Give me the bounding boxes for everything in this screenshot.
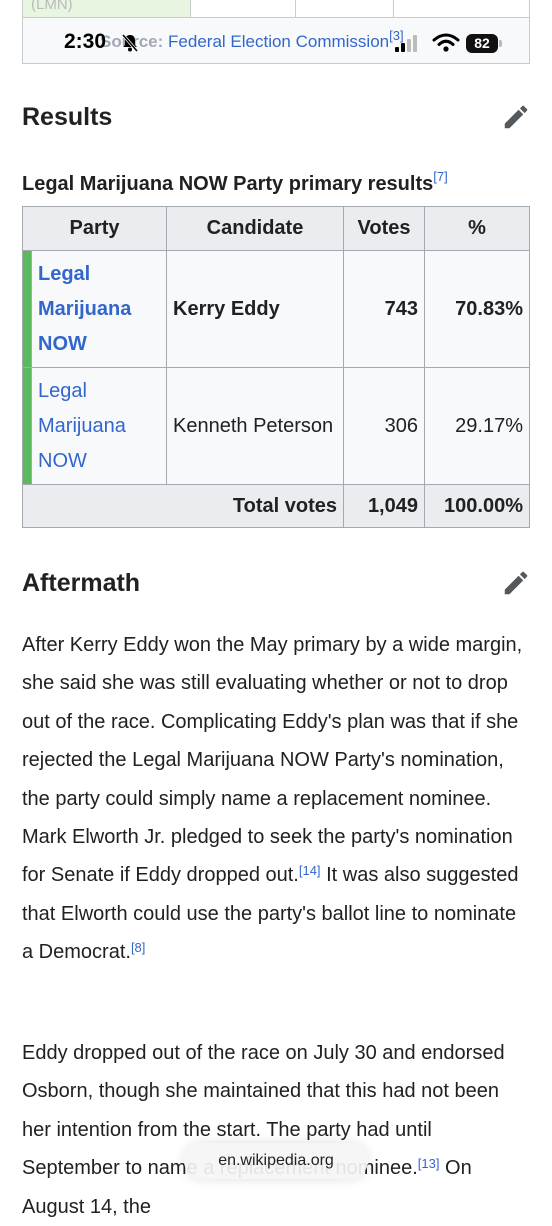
table-row: Legal Marijuana NOW Kerry Eddy 743 70.83…	[22, 250, 530, 368]
candidate-cell: Kerry Eddy	[166, 250, 344, 368]
table-source: Source: Federal Election Commission[3]	[100, 28, 404, 52]
pencil-edit-icon[interactable]	[501, 102, 531, 132]
source-link[interactable]: Federal Election Commission	[168, 32, 389, 51]
results-table: Party Candidate Votes % Legal Marijuana …	[22, 206, 530, 528]
total-row: Total votes 1,049 100.00%	[22, 484, 530, 528]
aftermath-paragraph-1: After Kerry Eddy won the May primary by …	[22, 626, 530, 972]
results-heading: Results	[22, 103, 113, 131]
column-header-percent: %	[424, 206, 530, 251]
percent-cell: 29.17%	[424, 367, 530, 485]
party-link[interactable]: Legal Marijuana NOW	[38, 263, 131, 355]
total-percent: 100.00%	[424, 484, 530, 528]
votes-cell: 306	[343, 367, 425, 485]
bell-slash-icon	[121, 34, 139, 52]
battery-tip	[499, 40, 502, 47]
total-label: Total votes	[22, 484, 344, 528]
party-link[interactable]: Legal Marijuana NOW	[38, 380, 126, 472]
party-color-bar	[22, 367, 32, 485]
column-header-votes: Votes	[343, 206, 425, 251]
paragraph-text: After Kerry Eddy won the May primary by …	[22, 634, 523, 887]
party-cell: Legal Marijuana NOW	[31, 367, 167, 485]
status-time: 2:30	[64, 30, 107, 53]
pencil-edit-icon[interactable]	[501, 568, 531, 598]
column-header-candidate: Candidate	[166, 206, 344, 251]
table-cell	[296, 0, 394, 18]
citation-ref[interactable]: [8]	[131, 940, 145, 955]
table-header-row: Party Candidate Votes %	[22, 206, 530, 251]
table-cell	[191, 0, 296, 18]
citation-ref[interactable]: [13]	[418, 1156, 440, 1171]
partial-party-text: (LMN)	[31, 0, 73, 13]
percent-cell: 70.83%	[424, 250, 530, 368]
votes-cell: 743	[343, 250, 425, 368]
table-row: Legal Marijuana NOW Kenneth Peterson 306…	[22, 367, 530, 485]
results-table-caption: Legal Marijuana NOW Party primary result…	[22, 169, 448, 196]
total-votes: 1,049	[343, 484, 425, 528]
table-cell	[394, 0, 530, 18]
candidate-cell: Kenneth Peterson	[166, 367, 344, 485]
caption-text: Legal Marijuana NOW Party primary result…	[22, 173, 434, 195]
signal-icon	[395, 35, 417, 52]
column-header-party: Party	[22, 206, 167, 251]
wifi-icon	[432, 33, 460, 52]
table-cell: (LMN)	[23, 0, 191, 18]
party-color-bar	[22, 250, 32, 368]
caption-ref[interactable]: [7]	[433, 169, 447, 184]
browser-url-bar[interactable]: en.wikipedia.org	[184, 1143, 368, 1179]
battery-icon: 82	[466, 34, 498, 53]
aftermath-paragraph-2: Eddy dropped out of the race on July 30 …	[22, 1034, 530, 1226]
party-cell: Legal Marijuana NOW	[31, 250, 167, 368]
aftermath-heading: Aftermath	[22, 569, 141, 597]
citation-ref[interactable]: [14]	[299, 863, 321, 878]
